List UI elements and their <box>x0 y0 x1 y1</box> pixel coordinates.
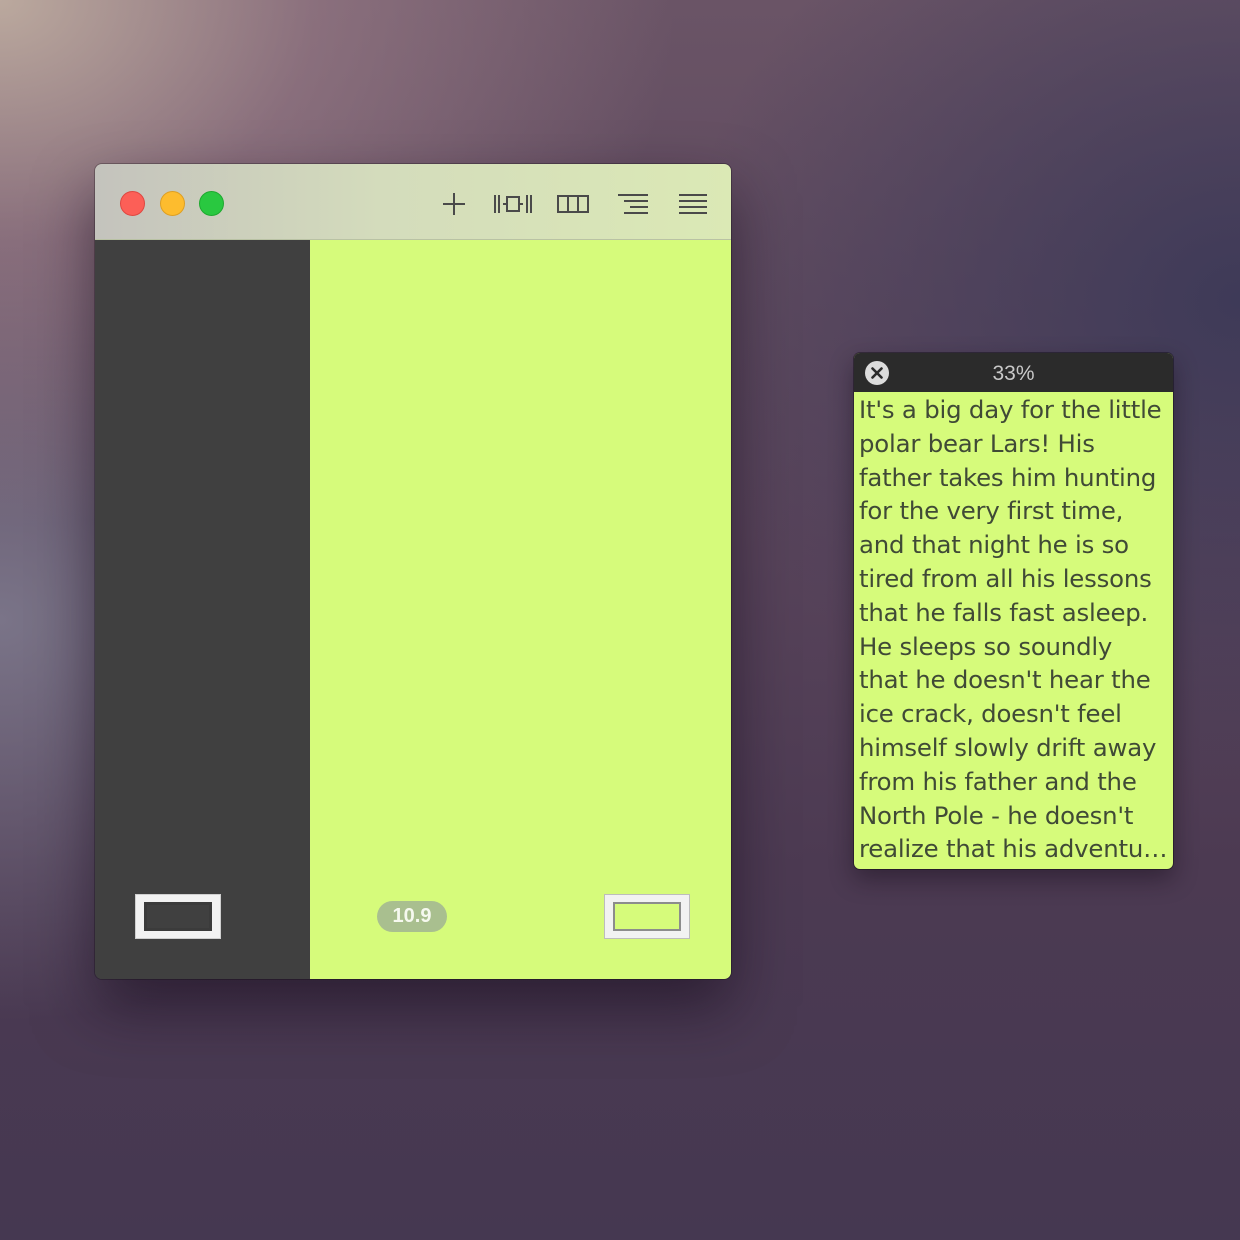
zoom-window-button[interactable] <box>199 191 224 216</box>
close-icon <box>871 367 883 379</box>
preview-line: polar bear Lars! His <box>859 428 1095 458</box>
preview-line: tired from all his lessons <box>859 563 1152 593</box>
version-badge: 10.9 <box>377 901 447 932</box>
minimize-window-button[interactable] <box>160 191 185 216</box>
columns-icon <box>557 195 589 213</box>
preview-progress-percent: 33% <box>992 362 1035 385</box>
preview-line: father takes him hunting <box>859 462 1157 492</box>
preview-line: realize that his adventur... <box>859 834 1171 864</box>
preview-close-button[interactable] <box>865 361 889 385</box>
editor-area[interactable]: 10.9 <box>310 240 731 979</box>
list-icon <box>679 194 707 214</box>
plus-icon <box>443 193 465 215</box>
preview-text: It's a big day for the little polar bear… <box>859 393 1171 867</box>
preview-line: He sleeps so soundly <box>859 631 1113 661</box>
sidebar-theme-toggle[interactable] <box>135 894 221 939</box>
columns-button[interactable] <box>553 186 593 222</box>
outline-icon <box>618 194 648 214</box>
preview-panel: 33% It's a big day for the little polar … <box>854 353 1173 869</box>
focus-width-button[interactable] <box>493 186 533 222</box>
preview-line: ice crack, doesn't feel <box>859 699 1122 729</box>
light-swatch-icon <box>613 902 681 931</box>
new-sheet-button[interactable] <box>434 186 474 222</box>
preview-header: 33% <box>854 353 1173 392</box>
editor-window: 10.9 <box>95 164 731 979</box>
preview-line: for the very first time, <box>859 496 1124 526</box>
close-window-button[interactable] <box>120 191 145 216</box>
dark-swatch-icon <box>144 902 212 931</box>
sidebar <box>95 240 310 979</box>
preview-line: North Pole - he doesn't <box>859 800 1134 830</box>
preview-line: and that night he is so <box>859 530 1129 560</box>
editor-theme-toggle[interactable] <box>604 894 690 939</box>
focus-width-icon <box>494 195 532 213</box>
preview-line: from his father and the <box>859 766 1137 796</box>
preview-line: It's a big day for the little <box>859 395 1162 424</box>
list-button[interactable] <box>673 186 713 222</box>
preview-line: himself slowly drift away <box>859 732 1157 762</box>
title-bar <box>95 164 731 240</box>
outline-button[interactable] <box>613 186 653 222</box>
preview-line: that he doesn't hear the <box>859 665 1151 695</box>
preview-line: that he falls fast asleep. <box>859 597 1149 627</box>
